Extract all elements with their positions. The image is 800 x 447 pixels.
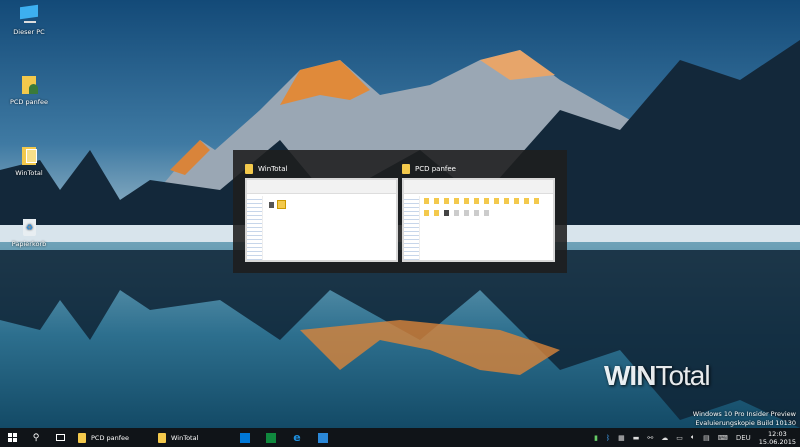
- recycle-bin-icon: ♻: [18, 216, 40, 238]
- folder-icon: [18, 145, 40, 167]
- user-folder-icon: [18, 74, 40, 96]
- system-tray: ▮ ᛒ ▦ ▬ ⚯ ☁ ▭ 🔈︎ ▤ ⌨ DEU 12:03 15.06.2015: [594, 428, 800, 447]
- taskbar-app-pcd-panfee[interactable]: PCD panfee: [72, 428, 152, 447]
- edge-icon: e: [293, 431, 301, 444]
- task-switcher-window-pcd-panfee[interactable]: PCD panfee: [402, 162, 555, 262]
- folder-icon: [245, 164, 253, 174]
- evaluation-watermark: Windows 10 Pro Insider Preview Evaluieru…: [692, 410, 796, 427]
- volume-icon[interactable]: 🔈︎: [691, 433, 695, 442]
- language-indicator[interactable]: DEU: [736, 434, 751, 442]
- keyboard-icon[interactable]: ⌨: [718, 434, 728, 442]
- windows-logo-icon: [7, 433, 17, 442]
- window-thumbnail: [245, 178, 398, 262]
- desktop-icon-papierkorb[interactable]: ♻ Papierkorb: [4, 216, 54, 248]
- desktop-icon-wintotal[interactable]: WinTotal: [4, 145, 54, 177]
- pinned-settings[interactable]: [310, 428, 336, 447]
- display-icon[interactable]: ▭: [676, 434, 683, 442]
- task-view-button[interactable]: [48, 428, 72, 447]
- clock[interactable]: 12:03 15.06.2015: [759, 430, 796, 446]
- tray-grid-icon[interactable]: ▦: [618, 434, 625, 442]
- pinned-store[interactable]: [232, 428, 258, 447]
- computer-icon: [18, 4, 40, 26]
- pinned-store-green[interactable]: [258, 428, 284, 447]
- user-folder-icon: [402, 164, 410, 174]
- start-button[interactable]: [0, 428, 24, 447]
- folder-icon: [158, 432, 166, 443]
- settings-icon: [318, 432, 328, 443]
- task-switcher-window-wintotal[interactable]: WinTotal: [245, 162, 398, 262]
- pinned-edge[interactable]: e: [284, 428, 310, 447]
- wintotal-logo: WINTotal: [604, 360, 711, 391]
- store-icon: [240, 432, 250, 443]
- network-user-icon[interactable]: ▮: [594, 434, 598, 442]
- task-view-icon: [55, 434, 65, 441]
- task-switcher: WinTotal PCD panfee: [233, 150, 567, 273]
- tray-network-icon[interactable]: ⚯: [647, 434, 653, 442]
- desktop-icon-dieser-pc[interactable]: Dieser PC: [4, 4, 54, 36]
- bluetooth-icon[interactable]: ᛒ: [606, 434, 610, 442]
- search-button[interactable]: ⚲: [24, 428, 48, 447]
- desktop-icon-pcd-panfee[interactable]: PCD panfee: [4, 74, 54, 106]
- user-folder-icon: [78, 432, 86, 443]
- taskbar-app-wintotal[interactable]: WinTotal: [152, 428, 232, 447]
- onedrive-icon[interactable]: ☁: [661, 434, 668, 442]
- window-thumbnail: [402, 178, 555, 262]
- search-icon: ⚲: [32, 432, 40, 443]
- taskbar: ⚲ PCD panfee WinTotal e ▮ ᛒ ▦ ▬ ⚯ ☁ ▭ 🔈︎…: [0, 428, 800, 447]
- action-center-icon[interactable]: ▤: [703, 434, 710, 442]
- tray-app-icon[interactable]: ▬: [633, 434, 640, 442]
- store-green-icon: [266, 432, 276, 443]
